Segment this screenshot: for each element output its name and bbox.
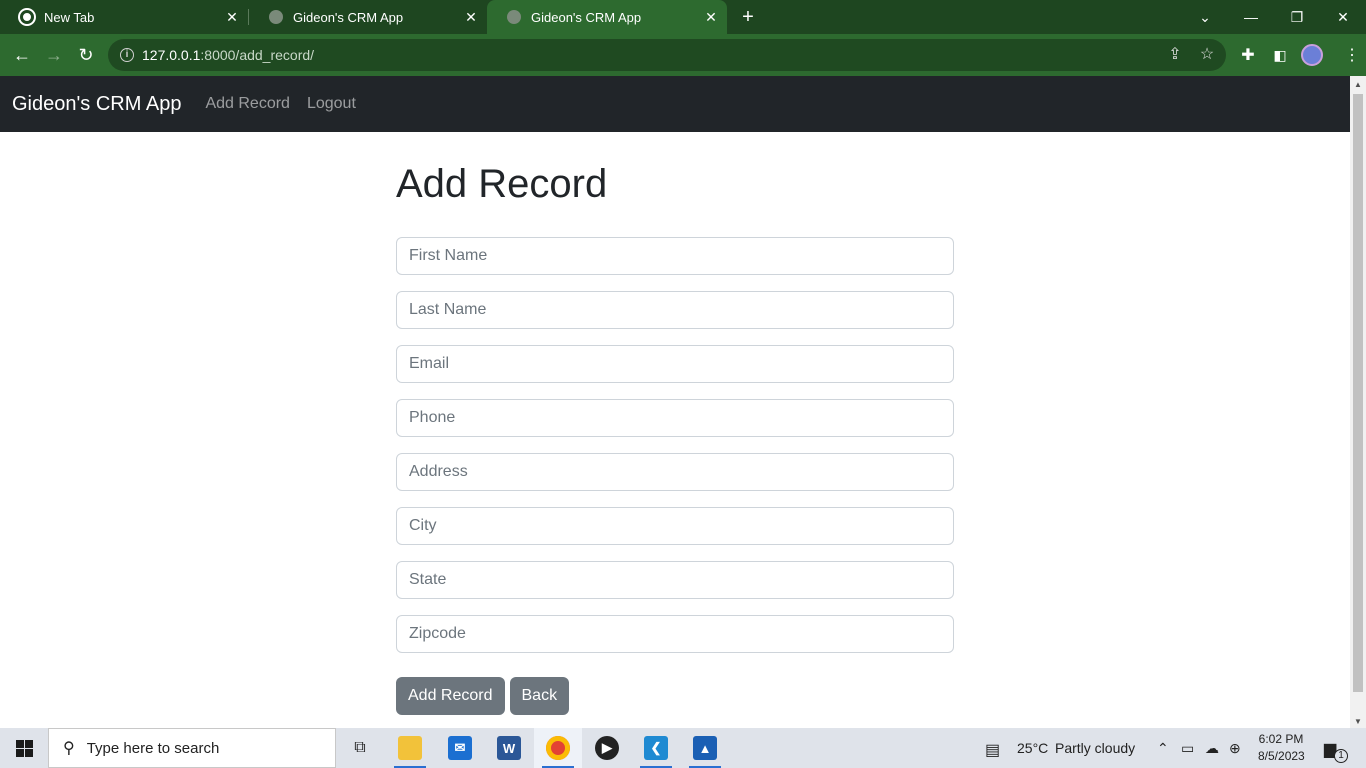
scroll-down-arrow-icon[interactable]: ▼	[1354, 717, 1362, 726]
url-text: 127.0.0.1:8000/add_record/	[142, 47, 314, 63]
url-path: :8000/add_record/	[200, 47, 315, 63]
language-globe-icon[interactable]: ⊕	[1229, 740, 1241, 757]
close-icon[interactable]: ✕	[461, 9, 481, 26]
file-explorer-icon[interactable]	[386, 728, 434, 768]
phone-input[interactable]	[396, 399, 954, 437]
close-icon[interactable]: ✕	[222, 9, 242, 26]
tab-title: Gideon's CRM App	[293, 9, 404, 25]
search-icon: ⚲	[63, 740, 75, 757]
first-name-input[interactable]	[396, 237, 954, 275]
weather-temp[interactable]: 25°C	[1017, 728, 1048, 768]
word-icon[interactable]: W	[485, 728, 533, 768]
globe-icon	[269, 10, 283, 24]
news-widget-icon[interactable]: ▤	[985, 740, 1000, 760]
windows-taskbar: ⚲ Type here to search ⧉ ✉ W ▶ ❮ ▲ ▤ 25°C…	[0, 728, 1366, 768]
system-clock[interactable]: 6:02 PM 8/5/2023	[1258, 731, 1305, 765]
browser-toolbar: ← → ↻ i 127.0.0.1:8000/add_record/ ⇪ ☆ ✚…	[0, 34, 1366, 76]
minimize-icon[interactable]: —	[1228, 0, 1274, 34]
clock-time: 6:02 PM	[1258, 732, 1304, 746]
zipcode-input[interactable]	[396, 615, 954, 653]
back-arrow-icon[interactable]: ←	[8, 42, 36, 68]
page-viewport: Gideon's CRM App Add Record Logout Add R…	[0, 76, 1350, 728]
chevron-up-icon[interactable]: ⌃	[1157, 740, 1169, 757]
tab-title: Gideon's CRM App	[531, 9, 642, 25]
weather-desc[interactable]: Partly cloudy	[1055, 728, 1135, 768]
close-icon[interactable]: ✕	[701, 9, 721, 26]
browser-tab-strip: New Tab ✕ Gideon's CRM App ✕ Gideon's CR…	[0, 0, 1366, 34]
add-record-button[interactable]: Add Record	[396, 677, 505, 715]
taskbar-search[interactable]: ⚲ Type here to search	[48, 728, 336, 768]
side-panel-icon[interactable]: ◧	[1266, 42, 1294, 68]
forward-arrow-icon[interactable]: →	[40, 42, 68, 68]
form-actions: Add Record Back	[396, 677, 954, 715]
tab-crm-app-active[interactable]: Gideon's CRM App ✕	[487, 0, 727, 34]
mail-icon[interactable]: ✉	[436, 728, 484, 768]
notification-count-badge: 1	[1334, 749, 1348, 763]
chrome-icon	[20, 10, 34, 24]
globe-icon	[507, 10, 521, 24]
state-input[interactable]	[396, 561, 954, 599]
navbar-brand[interactable]: Gideon's CRM App	[12, 93, 181, 116]
city-input[interactable]	[396, 507, 954, 545]
scroll-up-arrow-icon[interactable]: ▲	[1354, 80, 1362, 89]
bookmark-star-icon[interactable]: ☆	[1198, 46, 1216, 64]
profile-avatar[interactable]	[1301, 44, 1323, 66]
site-navbar: Gideon's CRM App Add Record Logout	[0, 76, 1350, 132]
start-button[interactable]	[0, 728, 48, 768]
task-view-icon[interactable]: ⧉	[336, 728, 384, 768]
chrome-taskbar-icon[interactable]	[534, 728, 582, 768]
address-input[interactable]	[396, 453, 954, 491]
nav-link-logout[interactable]: Logout	[307, 95, 356, 113]
last-name-input[interactable]	[396, 291, 954, 329]
reload-icon[interactable]: ↻	[72, 42, 100, 68]
page-scrollbar[interactable]: ▲ ▼	[1350, 76, 1366, 728]
tab-search-chevron-icon[interactable]: ⌄	[1182, 0, 1228, 34]
tab-crm-app[interactable]: Gideon's CRM App ✕	[249, 0, 487, 34]
photos-icon[interactable]: ▲	[681, 728, 729, 768]
network-icon[interactable]: ☁	[1205, 740, 1219, 757]
email-input[interactable]	[396, 345, 954, 383]
back-button[interactable]: Back	[509, 677, 570, 715]
new-tab-plus-icon[interactable]: +	[736, 4, 760, 30]
search-placeholder: Type here to search	[86, 739, 220, 757]
windows-logo-icon	[15, 739, 33, 757]
url-host: 127.0.0.1	[142, 47, 201, 63]
clock-date: 8/5/2023	[1258, 749, 1305, 763]
vscode-icon[interactable]: ❮	[632, 728, 680, 768]
window-close-icon[interactable]: ✕	[1320, 0, 1366, 34]
site-info-icon[interactable]: i	[120, 48, 134, 62]
tab-title: New Tab	[44, 9, 95, 25]
media-player-icon[interactable]: ▶	[583, 728, 631, 768]
battery-icon[interactable]: ▭	[1181, 740, 1194, 757]
add-record-form: Add Record Back	[396, 237, 954, 715]
scrollbar-thumb[interactable]	[1353, 94, 1363, 692]
tab-new-tab[interactable]: New Tab ✕	[0, 0, 248, 34]
restore-icon[interactable]: ❐	[1274, 0, 1320, 34]
kebab-menu-icon[interactable]: ⋮	[1338, 42, 1366, 68]
address-bar[interactable]: i 127.0.0.1:8000/add_record/ ⇪ ☆	[108, 39, 1226, 71]
page-title: Add Record	[396, 162, 608, 206]
main-container: Add Record Add Record Back	[396, 132, 954, 715]
share-icon[interactable]: ⇪	[1166, 46, 1184, 64]
extensions-puzzle-icon[interactable]: ✚	[1234, 42, 1262, 68]
nav-link-add-record[interactable]: Add Record	[205, 95, 290, 113]
